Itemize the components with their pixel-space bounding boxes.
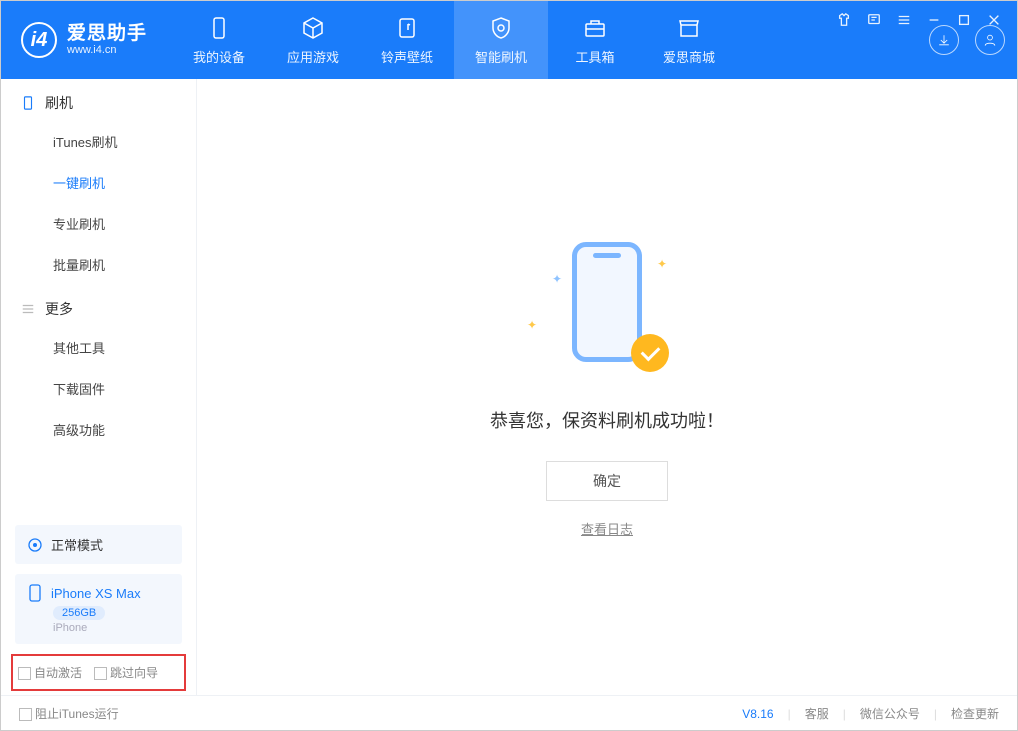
- device-name: iPhone XS Max: [51, 586, 141, 601]
- device-mode-box[interactable]: 正常模式: [15, 525, 182, 564]
- tab-ringtones[interactable]: 铃声壁纸: [360, 1, 454, 79]
- success-illustration: ✦ ✦ ✦: [527, 237, 687, 377]
- flash-options-highlighted: 自动激活 跳过向导: [11, 654, 186, 691]
- phone-graphic: [572, 242, 642, 362]
- confirm-button[interactable]: 确定: [546, 461, 668, 501]
- tab-label: 智能刷机: [475, 47, 527, 66]
- tab-label: 应用游戏: [287, 47, 339, 66]
- sidebar: 刷机 iTunes刷机 一键刷机 专业刷机 批量刷机 更多 其他工具 下载固件 …: [1, 79, 197, 695]
- device-type: iPhone: [53, 622, 170, 634]
- feedback-icon[interactable]: [864, 10, 884, 30]
- tab-my-device[interactable]: 我的设备: [172, 1, 266, 79]
- shield-refresh-icon: [488, 15, 514, 41]
- device-icon: [21, 96, 35, 110]
- view-log-link[interactable]: 查看日志: [581, 519, 633, 538]
- list-icon: [21, 302, 35, 316]
- app-logo: i4 爱思助手 www.i4.cn: [21, 22, 147, 58]
- sidebar-item-itunes-flash[interactable]: iTunes刷机: [1, 121, 196, 162]
- support-link[interactable]: 客服: [805, 705, 829, 722]
- tab-label: 工具箱: [576, 47, 615, 66]
- sidebar-section-more: 更多: [1, 285, 196, 327]
- maximize-icon[interactable]: [954, 10, 974, 30]
- device-capacity: 256GB: [53, 606, 105, 620]
- tab-label: 爱思商城: [663, 47, 715, 66]
- version-label: V8.16: [742, 707, 773, 721]
- device-mode-text: 正常模式: [51, 535, 103, 554]
- close-icon[interactable]: [984, 10, 1004, 30]
- tab-flash[interactable]: 智能刷机: [454, 1, 548, 79]
- sidebar-item-download-firmware[interactable]: 下载固件: [1, 368, 196, 409]
- window-controls: [834, 10, 1004, 30]
- music-file-icon: [394, 15, 420, 41]
- minimize-icon[interactable]: [924, 10, 944, 30]
- phone-icon: [206, 15, 232, 41]
- wechat-link[interactable]: 微信公众号: [860, 705, 920, 722]
- phone-outline-icon: [27, 584, 43, 602]
- status-bar: 阻止iTunes运行 V8.16 | 客服 | 微信公众号 | 检查更新: [1, 695, 1017, 731]
- tab-store[interactable]: 爱思商城: [642, 1, 736, 79]
- mode-icon: [27, 537, 43, 553]
- block-itunes-checkbox[interactable]: 阻止iTunes运行: [19, 705, 119, 722]
- checkmark-badge-icon: [631, 334, 669, 372]
- app-title: 爱思助手: [67, 24, 147, 45]
- sidebar-section-flash: 刷机: [1, 79, 196, 121]
- cube-icon: [300, 15, 326, 41]
- app-header: i4 爱思助手 www.i4.cn 我的设备 应用游戏 铃声壁纸 智能刷机 工具…: [1, 1, 1017, 79]
- tab-apps[interactable]: 应用游戏: [266, 1, 360, 79]
- main-tabs: 我的设备 应用游戏 铃声壁纸 智能刷机 工具箱 爱思商城: [172, 1, 736, 79]
- skip-guide-checkbox[interactable]: 跳过向导: [94, 664, 158, 681]
- sidebar-item-advanced[interactable]: 高级功能: [1, 409, 196, 450]
- sidebar-item-oneclick-flash[interactable]: 一键刷机: [1, 162, 196, 203]
- sidebar-item-other-tools[interactable]: 其他工具: [1, 327, 196, 368]
- device-info-box[interactable]: iPhone XS Max 256GB iPhone: [15, 574, 182, 644]
- toolbox-icon: [582, 15, 608, 41]
- main-content: ✦ ✦ ✦ 恭喜您，保资料刷机成功啦！ 确定 查看日志: [197, 79, 1017, 695]
- sidebar-item-batch-flash[interactable]: 批量刷机: [1, 244, 196, 285]
- auto-activate-checkbox[interactable]: 自动激活: [18, 664, 82, 681]
- menu-icon[interactable]: [894, 10, 914, 30]
- sidebar-item-pro-flash[interactable]: 专业刷机: [1, 203, 196, 244]
- app-subtitle: www.i4.cn: [67, 44, 147, 56]
- tab-toolbox[interactable]: 工具箱: [548, 1, 642, 79]
- shop-icon: [676, 15, 702, 41]
- success-message: 恭喜您，保资料刷机成功啦！: [490, 407, 724, 433]
- logo-icon: i4: [21, 22, 57, 58]
- tab-label: 我的设备: [193, 47, 245, 66]
- tab-label: 铃声壁纸: [381, 47, 433, 66]
- check-update-link[interactable]: 检查更新: [951, 705, 999, 722]
- shirt-icon[interactable]: [834, 10, 854, 30]
